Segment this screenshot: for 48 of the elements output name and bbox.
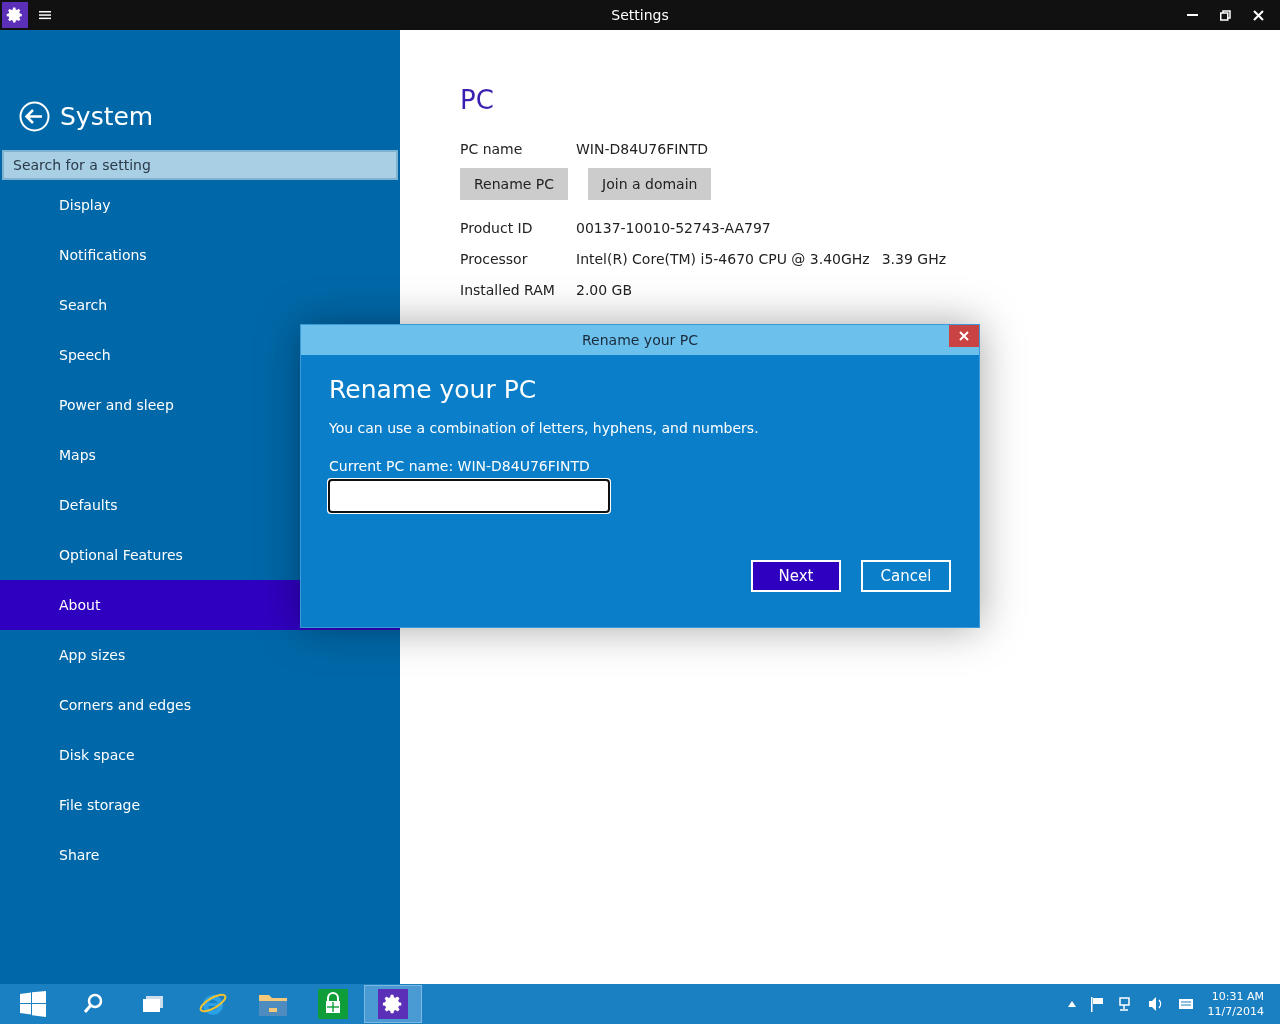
current-name-label: Current PC name: WIN-D84U76FINTD	[329, 458, 591, 474]
dialog-description: You can use a combination of letters, hyphens, and numbers.	[329, 420, 760, 436]
action-button[interactable]: Rename PC	[460, 168, 569, 200]
close-icon	[959, 331, 969, 341]
clock-time[interactable]: 10:31 AM	[1211, 989, 1264, 1004]
caret-icon[interactable]	[1067, 1001, 1076, 1007]
name-input[interactable]	[329, 480, 609, 512]
nav-item[interactable]: Corners and edges	[0, 680, 400, 730]
close-button[interactable]	[949, 325, 979, 347]
windows-icon	[141, 994, 165, 1014]
field-value: WIN-D84U76FINTD	[576, 140, 709, 157]
nav-item[interactable]: Notifications	[0, 230, 400, 280]
field-value: 00137-10010-52743-AA797	[576, 219, 771, 236]
window-title: Settings	[611, 7, 669, 23]
action-button[interactable]: Join a domain	[588, 168, 712, 200]
dialog-button[interactable]: Cancel	[861, 560, 951, 592]
dialog-button[interactable]: Next	[751, 560, 841, 592]
field-value: 2.00 GB	[576, 281, 633, 298]
section-heading: PC	[460, 85, 495, 115]
page-title: System	[60, 102, 154, 131]
nav-item[interactable]: Display	[0, 180, 400, 230]
nav-item[interactable]: App sizes	[0, 630, 400, 680]
search-icon	[82, 993, 104, 1015]
keyboard-icon[interactable]	[1177, 997, 1194, 1011]
nav-item[interactable]: Share	[0, 830, 400, 880]
back-icon[interactable]	[19, 101, 50, 132]
restore-icon[interactable]	[1220, 9, 1231, 21]
field-value: 3.39 GHz	[881, 250, 947, 267]
taskbar-button[interactable]	[364, 985, 422, 1023]
nav-item[interactable]: Disk space	[0, 730, 400, 780]
dialog-title: Rename your PC	[582, 332, 698, 348]
flag-icon[interactable]	[1089, 996, 1104, 1012]
clock-date[interactable]: 11/7/2014	[1207, 1004, 1264, 1019]
speaker-icon[interactable]	[1147, 996, 1164, 1012]
windows-logo-icon	[20, 991, 46, 1017]
field-label: Installed RAM	[460, 281, 556, 298]
nav-item[interactable]: Search	[0, 280, 400, 330]
minimize-icon[interactable]	[1187, 13, 1198, 17]
search-field[interactable]: Search for a setting	[2, 150, 398, 180]
field-label: PC name	[460, 140, 524, 157]
nav-item[interactable]: File storage	[0, 780, 400, 830]
close-icon[interactable]	[1253, 9, 1264, 21]
dialog-heading: Rename your PC	[329, 375, 538, 404]
settings-icon[interactable]	[2, 2, 28, 28]
menu-icon[interactable]	[39, 10, 51, 20]
field-label: Processor	[460, 250, 529, 267]
field-value: Intel(R) Core(TM) i5-4670 CPU @ 3.40GHz	[576, 250, 870, 267]
field-label: Product ID	[460, 219, 534, 236]
